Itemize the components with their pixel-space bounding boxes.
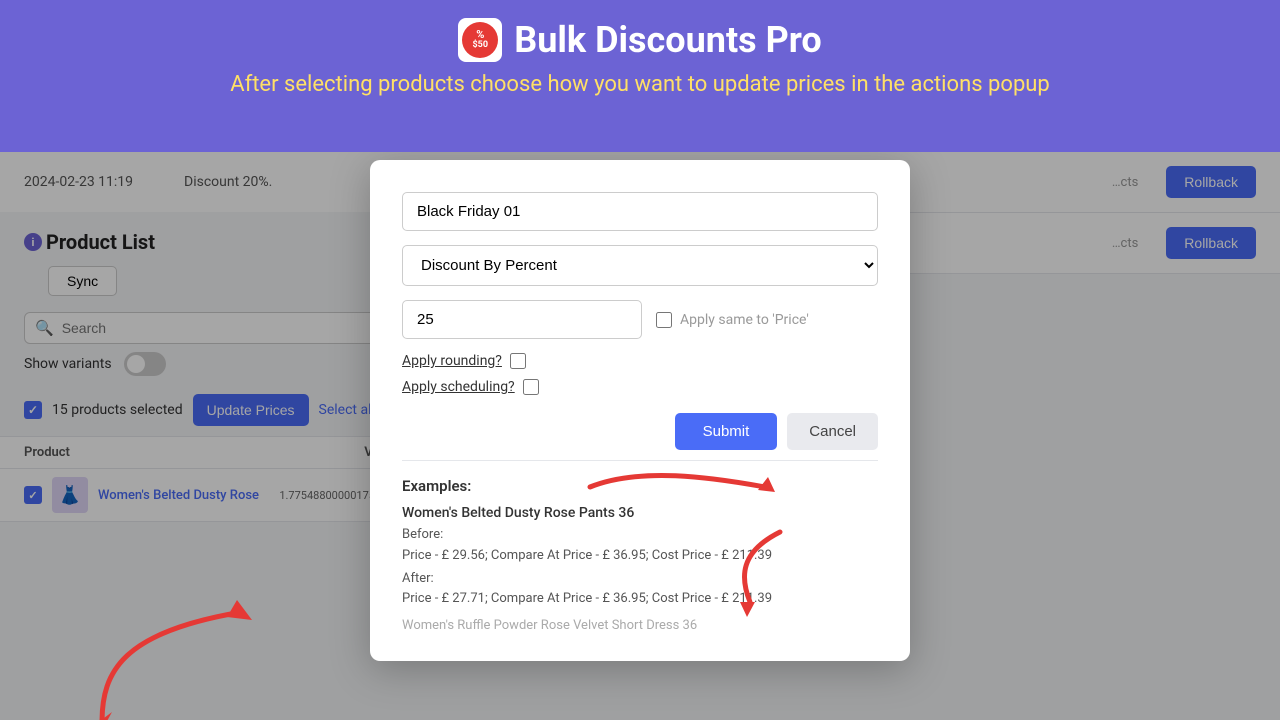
before-values: Price - £ 29.56; Compare At Price - £ 36… [402, 548, 772, 563]
example1-before: Before: Price - £ 29.56; Compare At Pric… [402, 525, 878, 567]
discount-value-input[interactable] [402, 300, 642, 339]
discount-type-select[interactable]: Discount By Percent Discount By Amount S… [402, 245, 878, 286]
after-values: Price - £ 27.71; Compare At Price - £ 36… [402, 591, 772, 606]
campaign-name-input[interactable] [402, 192, 878, 231]
discount-type-field: Discount By Percent Discount By Amount S… [402, 245, 878, 286]
submit-button[interactable]: Submit [675, 413, 778, 450]
before-label: Before: [402, 527, 443, 542]
apply-same-row: Apply same to 'Price' [656, 312, 809, 328]
examples-section: Examples: Women's Belted Dusty Rose Pant… [402, 460, 878, 637]
background-page: 2024-02-23 11:19 Discount 20%. …cts Roll… [0, 152, 1280, 720]
app-title: Bulk Discounts Pro [514, 19, 821, 61]
example1-after: After: Price - £ 27.71; Compare At Price… [402, 569, 878, 611]
apply-same-checkbox[interactable] [656, 312, 672, 328]
apply-rounding-checkbox[interactable] [510, 353, 526, 369]
apply-rounding-row: Apply rounding? [402, 353, 878, 369]
discount-value-row: Apply same to 'Price' [402, 300, 878, 339]
header-subtitle: After selecting products choose how you … [0, 72, 1280, 97]
example1-product: Women's Belted Dusty Rose Pants 36 [402, 505, 878, 521]
apply-rounding-link[interactable]: Apply rounding? [402, 353, 502, 369]
cancel-button[interactable]: Cancel [787, 413, 878, 450]
apply-scheduling-row: Apply scheduling? [402, 379, 878, 395]
apply-scheduling-checkbox[interactable] [523, 379, 539, 395]
header: % $50 Bulk Discounts Pro After selecting… [0, 0, 1280, 107]
after-label: After: [402, 571, 434, 586]
examples-title: Examples: [402, 477, 878, 495]
apply-same-label: Apply same to 'Price' [680, 312, 809, 328]
campaign-name-field [402, 192, 878, 231]
modal-dialog: Discount By Percent Discount By Amount S… [370, 160, 910, 661]
apply-scheduling-link[interactable]: Apply scheduling? [402, 379, 515, 395]
app-logo: % $50 [458, 18, 502, 62]
example2-partial: Women's Ruffle Powder Rose Velvet Short … [402, 616, 878, 637]
modal-buttons: Submit Cancel [402, 413, 878, 450]
